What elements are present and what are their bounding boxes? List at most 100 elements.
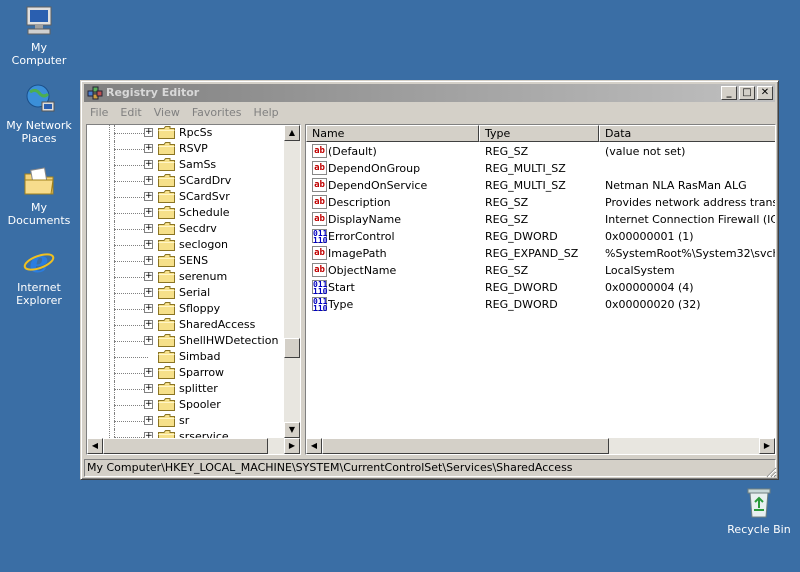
- value-name: DependOnService: [328, 179, 428, 192]
- tree-item[interactable]: + SCardDrv: [87, 173, 287, 189]
- folder-icon: [158, 142, 175, 155]
- menu-view[interactable]: View: [148, 103, 186, 122]
- tree-item[interactable]: + SENS: [87, 253, 287, 269]
- values-horizontal-scrollbar[interactable]: ◀ ▶: [306, 438, 775, 454]
- value-row[interactable]: ab Description REG_SZ Provides network addr…: [306, 194, 775, 211]
- tree-item[interactable]: + Spooler: [87, 397, 287, 413]
- tree-horizontal-scrollbar[interactable]: ◀ ▶: [87, 438, 300, 454]
- tree-vertical-scrollbar[interactable]: ▲ ▼: [284, 125, 300, 438]
- tree-item[interactable]: + Secdrv: [87, 221, 287, 237]
- expand-plus-icon[interactable]: +: [144, 192, 153, 201]
- tree-item[interactable]: + Serial: [87, 285, 287, 301]
- folder-icon: [158, 206, 175, 219]
- tree-item[interactable]: + SamSs: [87, 157, 287, 173]
- scroll-up-arrow-icon[interactable]: ▲: [284, 125, 300, 141]
- value-row[interactable]: ab DisplayName REG_SZ Internet Connection F…: [306, 211, 775, 228]
- value-row[interactable]: ab DependOnGroup REG_MULTI_SZ: [306, 160, 775, 177]
- scroll-down-arrow-icon[interactable]: ▼: [284, 422, 300, 438]
- tree-item-label: splitter: [179, 382, 218, 395]
- tree-item[interactable]: + ShellHWDetection: [87, 333, 287, 349]
- expand-plus-icon[interactable]: +: [144, 304, 153, 313]
- expand-plus-icon[interactable]: +: [144, 128, 153, 137]
- tree-item-label: Sparrow: [179, 366, 225, 379]
- tree-item-label: Secdrv: [179, 222, 217, 235]
- expand-plus-icon[interactable]: +: [144, 144, 153, 153]
- tree-item[interactable]: + splitter: [87, 381, 287, 397]
- registry-tree-pane[interactable]: + RpcSs + RSVP + SamSs + SCardDrv + SCardSvr + Sche…: [86, 124, 301, 455]
- value-row[interactable]: 011 110 Type REG_DWORD 0x00000020 (32): [306, 296, 775, 313]
- tree-item[interactable]: + serenum: [87, 269, 287, 285]
- value-row[interactable]: ab ImagePath REG_EXPAND_SZ %SystemRoot%\Sys…: [306, 245, 775, 262]
- tree-item[interactable]: + seclogon: [87, 237, 287, 253]
- title-bar[interactable]: Registry Editor _ □ ✕: [84, 84, 775, 102]
- tree-item[interactable]: + sr: [87, 413, 287, 429]
- expand-plus-icon[interactable]: +: [144, 176, 153, 185]
- close-button[interactable]: ✕: [757, 86, 773, 100]
- value-row[interactable]: 011 110 ErrorControl REG_DWORD 0x00000001 (…: [306, 228, 775, 245]
- expand-plus-icon[interactable]: +: [144, 256, 153, 265]
- tree-connector-line: [114, 373, 148, 374]
- tree-hscroll-thumb[interactable]: [103, 438, 268, 454]
- menu-file[interactable]: File: [84, 103, 114, 122]
- column-header-name[interactable]: Name: [306, 125, 479, 142]
- tree-item[interactable]: Simbad: [87, 349, 287, 365]
- tree-item[interactable]: + Schedule: [87, 205, 287, 221]
- expand-plus-icon[interactable]: +: [144, 224, 153, 233]
- binary-value-icon: 011 110: [312, 297, 328, 313]
- column-header-type[interactable]: Type: [479, 125, 599, 142]
- scroll-left-arrow-icon[interactable]: ◀: [87, 438, 103, 454]
- registry-values-pane[interactable]: Name Type Data ab (Default) REG_SZ (value n…: [305, 124, 776, 455]
- folder-icon: [158, 190, 175, 203]
- tree-item[interactable]: + SCardSvr: [87, 189, 287, 205]
- tree-item[interactable]: + Sfloppy: [87, 301, 287, 317]
- menu-edit[interactable]: Edit: [114, 103, 147, 122]
- expand-plus-icon[interactable]: +: [144, 416, 153, 425]
- tree-scroll-thumb[interactable]: [284, 338, 300, 358]
- values-hscroll-thumb[interactable]: [322, 438, 609, 454]
- tree-item[interactable]: + RpcSs: [87, 125, 287, 141]
- value-type: REG_MULTI_SZ: [485, 179, 566, 192]
- expand-plus-icon[interactable]: +: [144, 240, 153, 249]
- maximize-button[interactable]: □: [739, 86, 755, 100]
- status-bar: My Computer\HKEY_LOCAL_MACHINE\SYSTEM\Cu…: [84, 459, 776, 477]
- scroll-right-arrow-icon[interactable]: ▶: [759, 438, 775, 454]
- expand-plus-icon[interactable]: +: [144, 320, 153, 329]
- string-value-icon: ab: [312, 161, 327, 175]
- expand-plus-icon[interactable]: +: [144, 368, 153, 377]
- value-row[interactable]: ab DependOnService REG_MULTI_SZ Netman NLA …: [306, 177, 775, 194]
- value-data: 0x00000004 (4): [605, 281, 694, 294]
- value-type: REG_SZ: [485, 213, 529, 226]
- value-row[interactable]: 011 110 Start REG_DWORD 0x00000004 (4): [306, 279, 775, 296]
- menu-favorites[interactable]: Favorites: [186, 103, 248, 122]
- desktop-icon-label: Recycle Bin: [727, 523, 791, 536]
- value-row[interactable]: ab (Default) REG_SZ (value not set): [306, 143, 775, 160]
- desktop-icon-internet-explorer[interactable]: e Internet Explorer: [0, 244, 78, 307]
- minimize-button[interactable]: _: [721, 86, 737, 100]
- status-path: My Computer\HKEY_LOCAL_MACHINE\SYSTEM\Cu…: [87, 461, 573, 474]
- desktop-icon-my-documents[interactable]: My Documents: [0, 164, 78, 227]
- menu-help[interactable]: Help: [248, 103, 285, 122]
- tree-item-label: Schedule: [179, 206, 230, 219]
- expand-plus-icon[interactable]: +: [144, 160, 153, 169]
- scroll-right-arrow-icon[interactable]: ▶: [284, 438, 300, 454]
- scroll-left-arrow-icon[interactable]: ◀: [306, 438, 322, 454]
- value-name: Type: [328, 298, 354, 311]
- expand-plus-icon[interactable]: +: [144, 336, 153, 345]
- desktop-icon-my-network-places[interactable]: My Network Places: [0, 82, 78, 145]
- tree-item[interactable]: + RSVP: [87, 141, 287, 157]
- expand-plus-icon[interactable]: +: [144, 272, 153, 281]
- value-name: DependOnGroup: [328, 162, 421, 175]
- column-header-data[interactable]: Data: [599, 125, 775, 142]
- expand-plus-icon[interactable]: +: [144, 208, 153, 217]
- tree-item[interactable]: + SharedAccess: [87, 317, 287, 333]
- desktop-icon-recycle-bin[interactable]: Recycle Bin: [720, 486, 798, 536]
- tree-item[interactable]: + Sparrow: [87, 365, 287, 381]
- folder-icon: [158, 222, 175, 235]
- registry-editor-window[interactable]: Registry Editor _ □ ✕ File Edit View Favori…: [80, 80, 779, 480]
- resize-grip-icon[interactable]: [765, 466, 777, 478]
- expand-plus-icon[interactable]: +: [144, 400, 153, 409]
- value-row[interactable]: ab ObjectName REG_SZ LocalSystem: [306, 262, 775, 279]
- expand-plus-icon[interactable]: +: [144, 288, 153, 297]
- expand-plus-icon[interactable]: +: [144, 384, 153, 393]
- desktop-icon-my-computer[interactable]: My Computer: [0, 4, 78, 67]
